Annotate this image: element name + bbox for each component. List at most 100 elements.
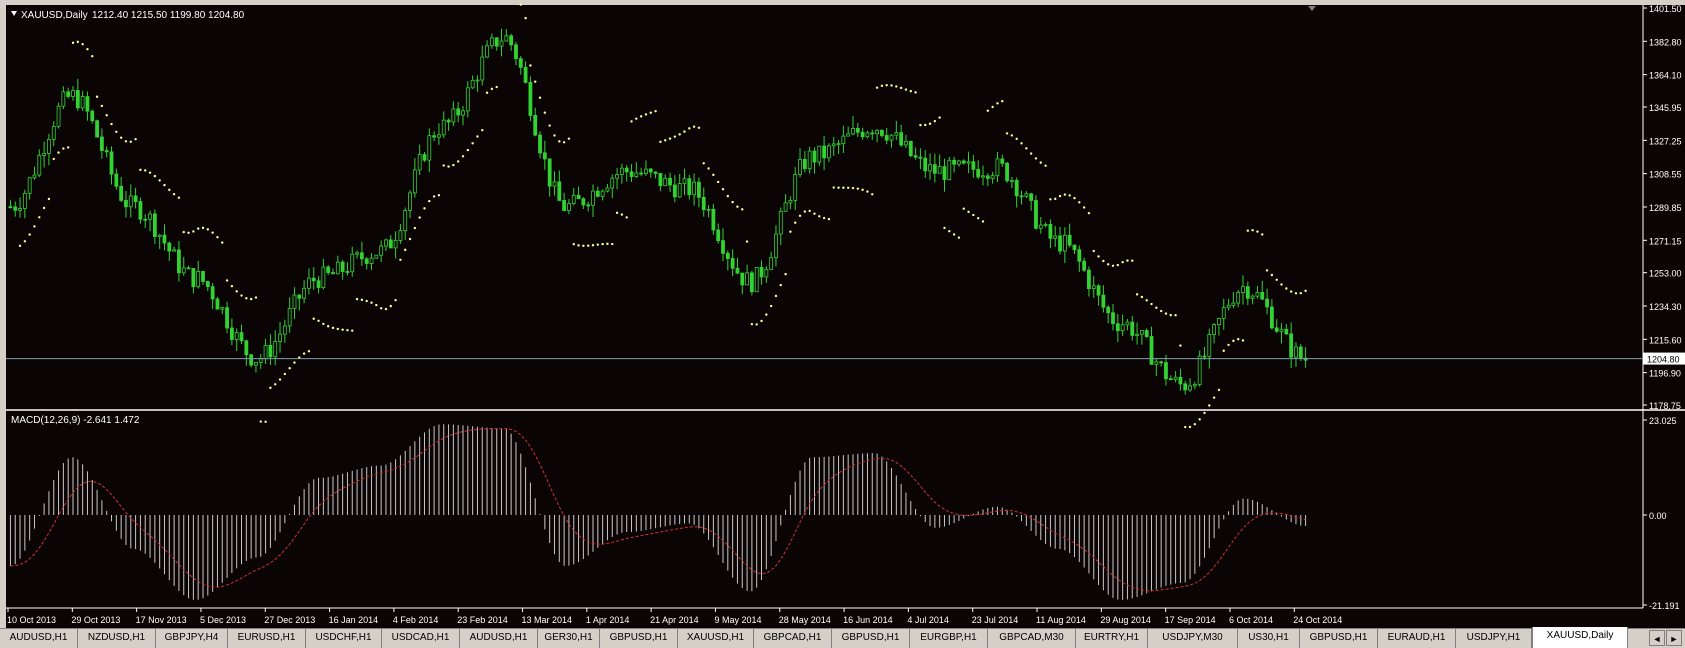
- sar-dot: [1049, 198, 1052, 201]
- chart-canvas[interactable]: XAUUSD,Daily 1212.40 1215.50 1199.80 120…: [0, 0, 1685, 628]
- candle-body: [205, 281, 210, 288]
- sar-dot: [240, 294, 243, 297]
- price-chart-area[interactable]: [6, 5, 1643, 409]
- candle-body: [855, 128, 860, 133]
- sar-dot: [1058, 194, 1062, 198]
- candle-body: [417, 154, 422, 171]
- candle-body: [827, 145, 831, 159]
- chart-tab[interactable]: AUDUSD,H1: [0, 629, 78, 648]
- sar-dot: [1203, 411, 1206, 415]
- chart-tab[interactable]: EURGBP,H1: [910, 629, 988, 648]
- candle-body: [798, 159, 802, 175]
- sar-dot: [1289, 290, 1293, 293]
- sar-dot: [225, 279, 229, 282]
- candle-body: [114, 173, 119, 187]
- chart-tab[interactable]: GBPUSD,H1: [832, 629, 910, 648]
- tab-scroll-right-icon[interactable]: ►: [1666, 630, 1682, 646]
- candle-body: [1212, 324, 1217, 335]
- sar-dot: [846, 186, 850, 190]
- chart-tab[interactable]: US30,H1: [1238, 629, 1300, 648]
- sar-dot: [1001, 100, 1004, 103]
- sar-dot: [211, 231, 214, 234]
- chart-tab[interactable]: GBPCAD,H1: [754, 629, 832, 648]
- candle-body: [263, 344, 268, 360]
- chart-tab[interactable]: EURTRY,H1: [1076, 629, 1148, 648]
- chart-tab[interactable]: XAUUSD,Daily: [1532, 627, 1628, 648]
- candle-body: [942, 166, 947, 180]
- candle-body: [860, 131, 865, 138]
- chart-tab[interactable]: GBPUSD,H1: [1300, 629, 1378, 648]
- chart-tabs-bar: AUDUSD,H1 NZDUSD,H1 GBPJPY,H4 EURUSD,H1 USDC…: [0, 627, 1685, 648]
- symbol-label: XAUUSD,Daily: [21, 10, 88, 21]
- macd-tick-label: -21.191: [1649, 601, 1680, 611]
- sar-dot: [476, 135, 479, 138]
- candle-body: [22, 192, 27, 209]
- candle-body: [822, 145, 827, 159]
- chart-tab[interactable]: GBPCAD,M30: [988, 629, 1076, 648]
- candle-body: [1101, 294, 1106, 308]
- chart-tab[interactable]: NZDUSD,H1: [78, 629, 156, 648]
- sar-dot: [721, 188, 725, 191]
- candle-body: [1038, 224, 1043, 229]
- candle-body: [836, 143, 841, 146]
- chart-tab[interactable]: GER30,H1: [538, 629, 600, 648]
- sar-dot: [659, 140, 662, 144]
- sar-dot: [341, 328, 344, 331]
- sar-dot: [317, 319, 320, 322]
- candle-body: [605, 187, 610, 192]
- time-tick-label: 6 Oct 2014: [1229, 615, 1273, 625]
- tab-scroll-left-icon[interactable]: ◄: [1649, 630, 1665, 646]
- chart-tab[interactable]: USDJPY,M30: [1148, 629, 1238, 648]
- sar-dot: [794, 221, 797, 224]
- candle-body: [567, 203, 571, 211]
- chart-tab[interactable]: EURAUD,H1: [1378, 629, 1456, 648]
- candle-body: [971, 161, 976, 170]
- chart-tab[interactable]: AUDUSD,H1: [460, 629, 538, 648]
- candle-body: [422, 154, 427, 161]
- sar-dot: [1029, 152, 1033, 155]
- candle-body: [369, 257, 374, 264]
- price-axis-area: [1643, 5, 1685, 628]
- price-tick-label: 1271.15: [1649, 236, 1682, 246]
- sar-dot: [336, 327, 340, 331]
- sar-dot: [38, 216, 41, 219]
- chart-tab[interactable]: USDJPY,H1: [1456, 629, 1532, 648]
- candle-body: [95, 120, 99, 138]
- chart-tab[interactable]: EURUSD,H1: [228, 629, 306, 648]
- candle-body: [220, 307, 225, 310]
- sar-dot: [365, 299, 368, 303]
- candle-body: [201, 271, 205, 282]
- sar-dot: [1174, 314, 1177, 317]
- chart-tab[interactable]: GBPUSD,H1: [600, 629, 678, 648]
- chart-tab[interactable]: USDCHF,H1: [306, 629, 382, 648]
- candle-body: [600, 190, 605, 197]
- candle-body: [716, 229, 721, 242]
- candle-body: [273, 341, 278, 358]
- candle-body: [961, 160, 966, 164]
- sar-dot: [981, 220, 985, 223]
- candle-body: [658, 173, 663, 187]
- candle-body: [711, 208, 716, 231]
- candle-body: [489, 37, 494, 47]
- sar-dot: [264, 420, 267, 424]
- macd-tick-label: 23.025: [1649, 416, 1677, 426]
- sar-dot: [1294, 292, 1298, 295]
- candle-body: [1009, 179, 1014, 182]
- sar-dot: [1299, 291, 1302, 295]
- sar-dot: [611, 242, 614, 246]
- candle-body: [547, 158, 552, 187]
- sar-dot: [548, 124, 551, 127]
- candle-body: [470, 79, 475, 89]
- sar-dot: [803, 210, 807, 213]
- chart-tab[interactable]: USDCAD,H1: [382, 629, 460, 648]
- sar-dot: [221, 241, 224, 244]
- candle-body: [148, 213, 152, 220]
- candle-body: [923, 157, 928, 172]
- sar-dot: [52, 157, 55, 161]
- sar-dot: [1054, 197, 1057, 201]
- chart-tab[interactable]: XAUUSD,H1: [678, 629, 754, 648]
- candle-body: [985, 175, 990, 179]
- sar-dot: [293, 361, 296, 364]
- candle-body: [90, 110, 95, 122]
- chart-tab[interactable]: GBPJPY,H4: [156, 629, 228, 648]
